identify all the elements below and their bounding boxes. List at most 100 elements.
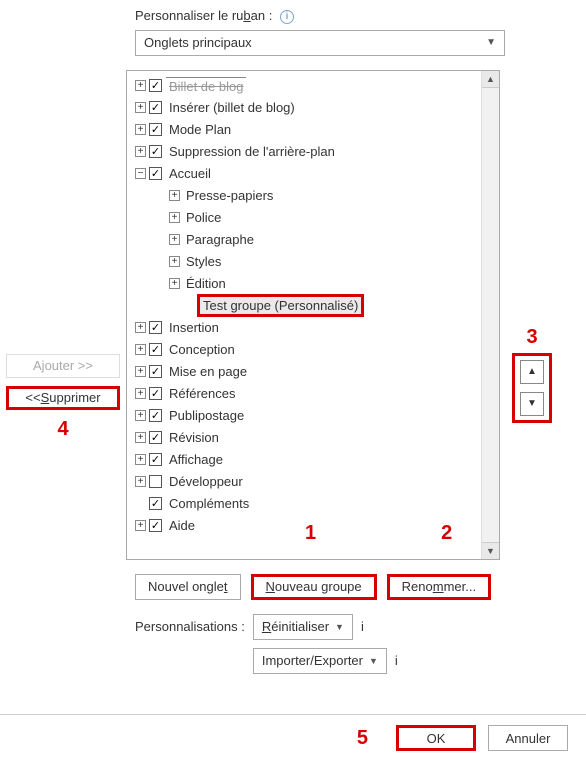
remove-button[interactable]: << Supprimer: [6, 386, 120, 410]
tree-item[interactable]: +Styles: [133, 251, 499, 273]
expand-icon[interactable]: +: [169, 256, 180, 267]
annotation-5: 5: [357, 727, 368, 750]
chevron-down-icon: ▼: [335, 622, 344, 632]
tree-item[interactable]: + Affichage: [133, 449, 499, 471]
checkbox[interactable]: [149, 101, 162, 114]
tree-item[interactable]: +Édition: [133, 273, 499, 295]
tree-item-label: Révision: [166, 429, 222, 446]
checkbox[interactable]: [149, 497, 162, 510]
new-tab-button[interactable]: Nouvel onglet: [135, 574, 241, 600]
info-icon: i: [280, 10, 294, 24]
expand-icon[interactable]: +: [169, 212, 180, 223]
tree-item-label: Mise en page: [166, 363, 250, 380]
expand-icon[interactable]: +: [135, 520, 146, 531]
tree-item[interactable]: +Paragraphe: [133, 229, 499, 251]
tree-item[interactable]: +Presse-papiers: [133, 185, 499, 207]
info-icon: i: [395, 653, 398, 668]
customizations-label: Personnalisations :: [135, 619, 245, 634]
tree-item[interactable]: +Suppression de l'arrière-plan: [133, 141, 499, 163]
import-export-dropdown[interactable]: Importer/Exporter ▼: [253, 648, 387, 674]
checkbox[interactable]: [149, 79, 162, 92]
tree-item[interactable]: + Mise en page: [133, 361, 499, 383]
reset-dropdown[interactable]: Réinitialiser ▼: [253, 614, 353, 640]
customize-ribbon-label: Personnaliser le ruban : i: [135, 8, 576, 24]
tree-item[interactable]: Test groupe (Personnalisé): [133, 295, 499, 317]
tree-item-label: Affichage: [166, 451, 226, 468]
expand-icon[interactable]: +: [169, 190, 180, 201]
tree-item-label: Accueil: [166, 165, 214, 182]
tree-item-label: Conception: [166, 341, 238, 358]
tree-item-label: Insertion: [166, 319, 222, 336]
tree-item[interactable]: + Conception: [133, 339, 499, 361]
tree-item-label: Aide: [166, 517, 198, 534]
expand-icon[interactable]: +: [135, 322, 146, 333]
tree-item[interactable]: + Références: [133, 383, 499, 405]
checkbox[interactable]: [149, 519, 162, 532]
tree-item[interactable]: Compléments: [133, 493, 499, 515]
scroll-up-icon[interactable]: ▲: [482, 71, 499, 88]
annotation-2: 2: [387, 522, 507, 545]
info-icon: i: [361, 619, 364, 634]
tree-item[interactable]: +Publipostage: [133, 405, 499, 427]
tree-item-label: Insérer (billet de blog): [166, 99, 298, 116]
tree-scrollbar[interactable]: ▲ ▼: [481, 71, 499, 559]
tree-item[interactable]: + Révision: [133, 427, 499, 449]
expand-icon[interactable]: +: [135, 454, 146, 465]
expand-icon[interactable]: +: [135, 146, 146, 157]
ok-button[interactable]: OK: [396, 725, 476, 751]
annotation-1: 1: [251, 522, 371, 545]
tree-item-label: Développeur: [166, 473, 246, 490]
expand-icon[interactable]: +: [135, 432, 146, 443]
checkbox[interactable]: [149, 365, 162, 378]
tree-item[interactable]: + Insertion: [133, 317, 499, 339]
move-up-button[interactable]: ▲: [520, 360, 544, 384]
checkbox[interactable]: [149, 321, 162, 334]
checkbox[interactable]: [149, 453, 162, 466]
tree-item-label: Mode Plan: [166, 121, 234, 138]
cancel-button[interactable]: Annuler: [488, 725, 568, 751]
rename-button[interactable]: Renommer...: [387, 574, 491, 600]
expand-icon[interactable]: +: [169, 234, 180, 245]
checkbox[interactable]: [149, 431, 162, 444]
expand-icon[interactable]: +: [135, 344, 146, 355]
tree-item-label: Édition: [183, 275, 229, 292]
expand-icon[interactable]: +: [135, 80, 146, 91]
annotation-3: 3: [512, 326, 552, 349]
checkbox[interactable]: [149, 387, 162, 400]
checkbox[interactable]: [149, 409, 162, 422]
expand-icon[interactable]: +: [135, 410, 146, 421]
move-down-button[interactable]: ▼: [520, 392, 544, 416]
ribbon-tabs-dropdown[interactable]: Onglets principaux ▼: [135, 30, 505, 56]
tree-item-label: Test groupe (Personnalisé): [197, 294, 364, 317]
tree-item-label: Presse-papiers: [183, 187, 276, 204]
tree-item[interactable]: + Développeur: [133, 471, 499, 493]
checkbox[interactable]: [149, 167, 162, 180]
checkbox[interactable]: [149, 123, 162, 136]
checkbox[interactable]: [149, 145, 162, 158]
tree-item-label: Styles: [183, 253, 224, 270]
expand-icon[interactable]: +: [135, 102, 146, 113]
tree-item[interactable]: + Mode Plan: [133, 119, 499, 141]
tree-item-label: Références: [166, 385, 238, 402]
tree-item[interactable]: − Accueil: [133, 163, 499, 185]
ribbon-tree[interactable]: + Billet de blog + Insérer (billet de blog)…: [126, 70, 500, 560]
expand-icon[interactable]: +: [169, 278, 180, 289]
tree-item-label: Compléments: [166, 495, 252, 512]
new-group-button[interactable]: Nouveau groupe: [251, 574, 377, 600]
checkbox[interactable]: [149, 475, 162, 488]
tree-item-label: Paragraphe: [183, 231, 257, 248]
expand-icon[interactable]: +: [135, 366, 146, 377]
expand-icon[interactable]: +: [135, 124, 146, 135]
checkbox[interactable]: [149, 343, 162, 356]
tree-item[interactable]: + Billet de blog: [133, 75, 499, 97]
chevron-down-icon: ▼: [486, 37, 496, 48]
tree-item[interactable]: +Police: [133, 207, 499, 229]
expand-icon[interactable]: +: [135, 476, 146, 487]
dialog-footer: 5 OK Annuler: [0, 714, 586, 763]
expand-icon[interactable]: +: [135, 388, 146, 399]
tree-item[interactable]: + Insérer (billet de blog): [133, 97, 499, 119]
add-button: Ajouter >>: [6, 354, 120, 378]
tree-item-label: Billet de blog: [166, 77, 246, 95]
expand-icon[interactable]: −: [135, 168, 146, 179]
chevron-down-icon: ▼: [369, 656, 378, 666]
